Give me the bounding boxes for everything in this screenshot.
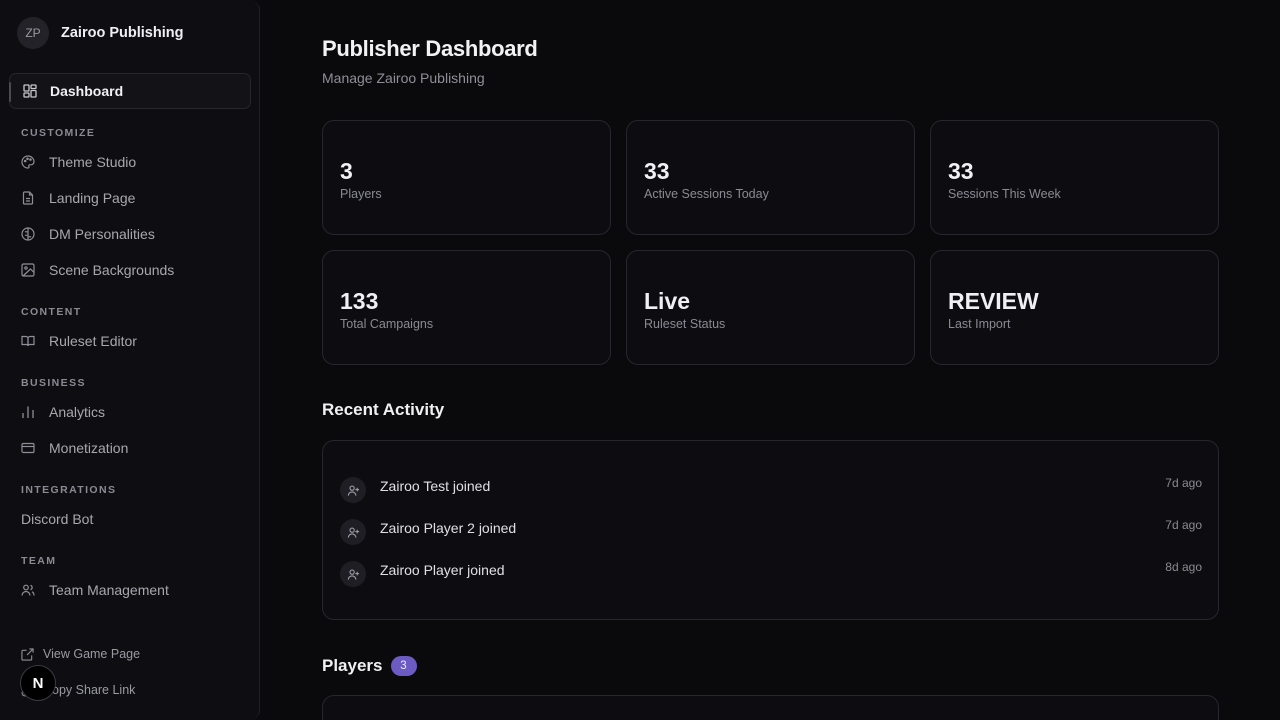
players-title: Players bbox=[322, 656, 383, 675]
sidebar-item-label: Analytics bbox=[49, 404, 106, 420]
user-plus-icon bbox=[340, 561, 366, 587]
stat-label: Ruleset Status bbox=[644, 317, 726, 331]
stat-card-total-campaigns: 133 Total Campaigns bbox=[322, 250, 611, 365]
sidebar-item-label: Discord Bot bbox=[21, 511, 94, 527]
stat-value: 3 bbox=[340, 158, 353, 184]
avatar: ZP bbox=[17, 17, 49, 49]
players-heading: Players 3 bbox=[322, 656, 417, 676]
page-subtitle: Manage Zairoo Publishing bbox=[322, 70, 485, 86]
activity-time: 7d ago bbox=[1165, 518, 1202, 532]
activity-text: Zairoo Player 2 joined bbox=[380, 520, 517, 536]
sidebar-item-dm-personalities[interactable]: DM Personalities bbox=[21, 222, 155, 246]
sidebar-item-label: Landing Page bbox=[49, 190, 136, 206]
players-card bbox=[322, 695, 1219, 720]
stat-card-active-sessions-today: 33 Active Sessions Today bbox=[626, 120, 915, 235]
dashboard-icon bbox=[23, 84, 37, 98]
activity-text: Zairoo Player joined bbox=[380, 562, 505, 578]
stat-value: 33 bbox=[644, 158, 670, 184]
stat-label: Last Import bbox=[948, 317, 1011, 331]
activity-time: 7d ago bbox=[1165, 476, 1202, 490]
palette-icon bbox=[21, 155, 35, 169]
activity-time: 8d ago bbox=[1165, 560, 1202, 574]
sidebar-item-analytics[interactable]: Analytics bbox=[21, 400, 105, 424]
stat-card-players: 3 Players bbox=[322, 120, 611, 235]
image-icon bbox=[21, 263, 35, 277]
activity-text: Zairoo Test joined bbox=[380, 478, 491, 494]
sidebar-item-team-management[interactable]: Team Management bbox=[21, 578, 169, 602]
section-title-business: BUSINESS bbox=[21, 377, 86, 389]
section-title-integrations: INTEGRATIONS bbox=[21, 484, 117, 496]
users-icon bbox=[21, 583, 35, 597]
view-game-page-label: View Game Page bbox=[43, 647, 141, 661]
activity-item: Zairoo Player joined 8d ago bbox=[340, 559, 1202, 587]
stat-card-sessions-this-week: 33 Sessions This Week bbox=[930, 120, 1219, 235]
copy-share-link-label: Copy Share Link bbox=[43, 683, 136, 697]
stat-card-last-import: REVIEW Last Import bbox=[930, 250, 1219, 365]
stat-value: 133 bbox=[340, 288, 379, 314]
brain-icon bbox=[21, 227, 35, 241]
sidebar-item-label: Team Management bbox=[49, 582, 169, 598]
app-root: ZP Zairoo Publishing Dashboard CUSTOMIZE… bbox=[0, 0, 1280, 720]
book-icon bbox=[21, 334, 35, 348]
section-title-team: TEAM bbox=[21, 555, 57, 567]
players-count-badge: 3 bbox=[390, 656, 417, 676]
sidebar-item-label: Dashboard bbox=[50, 83, 124, 99]
sidebar-item-label: Ruleset Editor bbox=[49, 333, 137, 349]
credit-card-icon bbox=[21, 441, 35, 455]
sidebar: ZP Zairoo Publishing Dashboard CUSTOMIZE… bbox=[0, 0, 260, 720]
stat-label: Players bbox=[340, 187, 382, 201]
sidebar-item-label: DM Personalities bbox=[49, 226, 155, 242]
stat-card-ruleset-status: Live Ruleset Status bbox=[626, 250, 915, 365]
recent-activity-card: Zairoo Test joined 7d ago Zairoo Player … bbox=[322, 440, 1219, 620]
stat-label: Total Campaigns bbox=[340, 317, 434, 331]
sidebar-item-label: Theme Studio bbox=[49, 154, 137, 170]
user-plus-icon bbox=[340, 519, 366, 545]
section-title-customize: CUSTOMIZE bbox=[21, 127, 96, 139]
brand-name: Zairoo Publishing bbox=[61, 25, 184, 41]
stat-label: Sessions This Week bbox=[948, 187, 1061, 201]
section-title-content: CONTENT bbox=[21, 306, 82, 318]
stat-label: Active Sessions Today bbox=[644, 187, 769, 201]
user-plus-icon bbox=[340, 477, 366, 503]
sidebar-item-label: Scene Backgrounds bbox=[49, 262, 175, 278]
activity-item: Zairoo Test joined 7d ago bbox=[340, 475, 1202, 503]
sidebar-item-landing-page[interactable]: Landing Page bbox=[21, 186, 135, 210]
recent-activity-heading: Recent Activity bbox=[322, 400, 445, 419]
n-badge-button[interactable]: N bbox=[20, 665, 56, 701]
stat-value: 33 bbox=[948, 158, 974, 184]
sidebar-item-theme-studio[interactable]: Theme Studio bbox=[21, 150, 136, 174]
sidebar-item-monetization[interactable]: Monetization bbox=[21, 436, 128, 460]
activity-item: Zairoo Player 2 joined 7d ago bbox=[340, 517, 1202, 545]
sidebar-item-label: Monetization bbox=[49, 440, 129, 456]
file-icon bbox=[21, 191, 35, 205]
stat-value: Live bbox=[644, 288, 691, 314]
stat-value: REVIEW bbox=[948, 288, 1039, 314]
sidebar-item-scene-backgrounds[interactable]: Scene Backgrounds bbox=[21, 258, 174, 282]
view-game-page-link[interactable]: View Game Page bbox=[21, 645, 140, 663]
sidebar-item-dashboard[interactable]: Dashboard bbox=[9, 73, 251, 109]
sidebar-item-ruleset-editor[interactable]: Ruleset Editor bbox=[21, 329, 137, 353]
external-link-icon bbox=[21, 647, 34, 661]
sidebar-item-discord-bot[interactable]: Discord Bot bbox=[21, 507, 93, 531]
page-title: Publisher Dashboard bbox=[322, 36, 538, 61]
bar-chart-icon bbox=[21, 405, 35, 419]
brand[interactable]: ZP Zairoo Publishing bbox=[17, 17, 183, 49]
